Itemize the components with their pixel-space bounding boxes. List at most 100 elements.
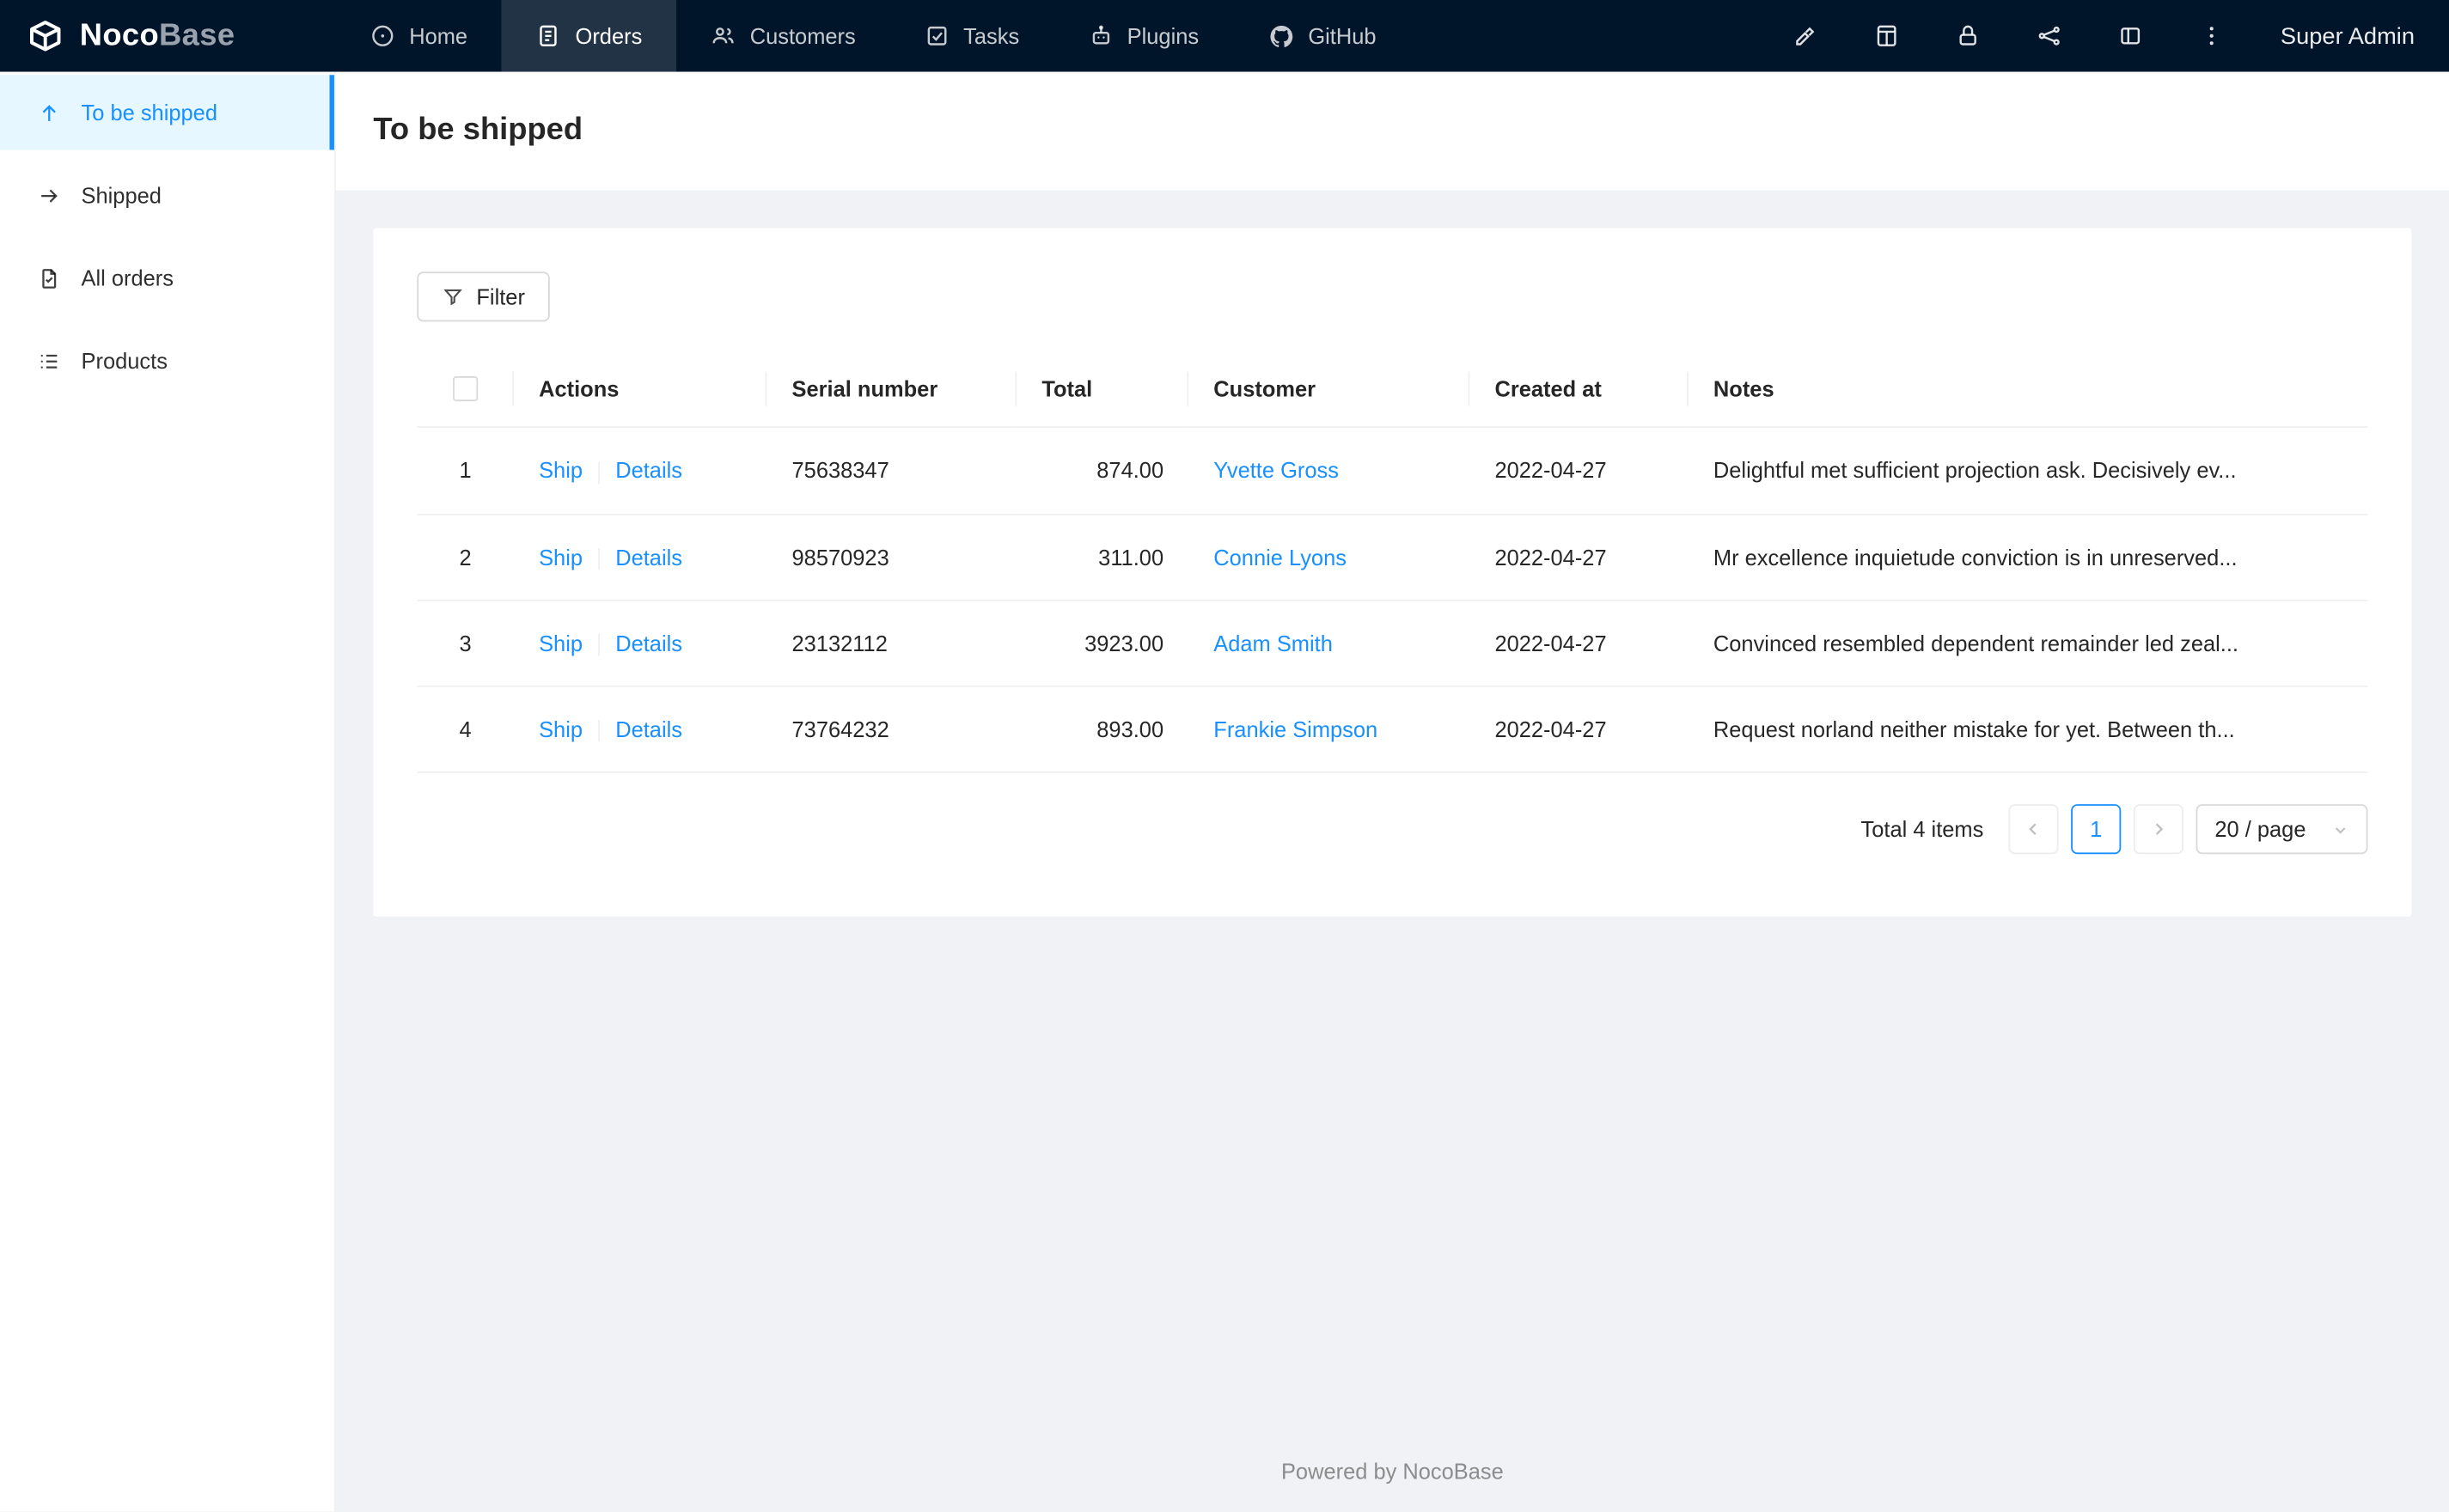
customer-cell-wrap: Frankie Simpson <box>1188 686 1470 774</box>
nav-item-tasks[interactable]: Tasks <box>890 0 1053 72</box>
nav-label: Home <box>409 23 468 49</box>
action-divider <box>598 547 601 570</box>
brand-name-light: Base <box>159 17 235 52</box>
body: To be shipped Shipped All orders Product… <box>0 71 2449 1512</box>
lock-icon[interactable] <box>1956 23 1981 48</box>
footer-text: Powered by NocoBase <box>1280 1458 1504 1484</box>
page-size-select[interactable]: 20 / page <box>2196 804 2368 856</box>
sidebar-item-label: Shipped <box>81 182 162 208</box>
notes-cell: Request norland neither mistake for yet.… <box>1688 686 2368 774</box>
sidebar-item-products[interactable]: Products <box>0 323 334 398</box>
table-header: Actions Serial number Total Customer Cre… <box>417 350 2368 429</box>
table-row: 1 Ship Details 75638347 874.00 Yvette Gro… <box>417 427 2368 515</box>
action-divider <box>598 634 601 656</box>
sidebar: To be shipped Shipped All orders Product… <box>0 71 336 1512</box>
customer-link[interactable]: Yvette Gross <box>1213 458 1339 483</box>
ship-link[interactable]: Ship <box>539 545 583 570</box>
collections-icon[interactable] <box>1874 23 1899 48</box>
api-graph-icon[interactable] <box>2037 23 2061 48</box>
details-link[interactable]: Details <box>615 717 682 742</box>
ship-link[interactable]: Ship <box>539 717 583 742</box>
notes-cell: Convinced resembled dependent remainder … <box>1688 600 2368 688</box>
topbar-actions: Super Admin <box>1793 0 2449 72</box>
arrow-right-icon <box>38 184 61 207</box>
filter-button-label: Filter <box>476 284 525 309</box>
row-index: 3 <box>417 600 514 688</box>
brand-name: NocoBase <box>80 18 235 54</box>
actions-cell: Ship Details <box>513 686 767 774</box>
column-header-actions: Actions <box>513 350 767 429</box>
sidebar-item-all-orders[interactable]: All orders <box>0 241 334 315</box>
nav-item-orders[interactable]: Orders <box>502 0 677 72</box>
user-menu[interactable]: Super Admin <box>2281 22 2415 49</box>
notes-cell: Mr excellence inquietude conviction is i… <box>1688 514 2368 601</box>
brand-name-bold: Noco <box>79 17 160 52</box>
customer-cell-wrap: Yvette Gross <box>1188 427 1470 515</box>
header-checkbox-cell <box>417 350 514 429</box>
pagination: Total 4 items 1 20 / page <box>417 804 2368 856</box>
page-header: To be shipped <box>335 71 2449 191</box>
orders-table: Actions Serial number Total Customer Cre… <box>417 350 2368 774</box>
content-area: Filter Actions Serial number Total Custo… <box>335 190 2449 1512</box>
created-cell: 2022-04-27 <box>1469 600 1689 688</box>
serial-cell: 98570923 <box>766 514 1017 601</box>
table-body: 1 Ship Details 75638347 874.00 Yvette Gro… <box>417 427 2368 774</box>
customers-icon <box>711 23 736 48</box>
pagination-next-button[interactable] <box>2133 804 2184 856</box>
more-icon[interactable] <box>2199 23 2224 48</box>
column-header-customer: Customer <box>1188 350 1470 429</box>
topbar: NocoBase Home Orders Customers Tasks Plu… <box>0 0 2449 72</box>
page-title: To be shipped <box>373 112 583 147</box>
serial-cell: 23132112 <box>766 600 1017 688</box>
nav-label: Tasks <box>963 23 1020 49</box>
sidebar-item-label: To be shipped <box>81 100 217 125</box>
plugins-icon <box>1088 23 1113 48</box>
details-link[interactable]: Details <box>615 631 682 655</box>
chevron-down-icon <box>2332 821 2349 838</box>
nav-item-customers[interactable]: Customers <box>676 0 889 72</box>
select-all-checkbox[interactable] <box>453 376 479 402</box>
action-divider <box>598 720 601 743</box>
details-link[interactable]: Details <box>615 458 682 483</box>
table-row: 4 Ship Details 73764232 893.00 Frankie Si… <box>417 686 2368 774</box>
customer-cell-wrap: Connie Lyons <box>1188 514 1470 601</box>
sidebar-item-to-be-shipped[interactable]: To be shipped <box>0 75 334 150</box>
brand-logo[interactable]: NocoBase <box>0 0 336 72</box>
notes-cell: Delightful met sufficient projection ask… <box>1688 427 2368 515</box>
sidebar-item-shipped[interactable]: Shipped <box>0 158 334 233</box>
row-index: 4 <box>417 686 514 774</box>
nav-item-home[interactable]: Home <box>336 0 502 72</box>
total-cell: 3923.00 <box>1017 600 1189 688</box>
column-header-notes: Notes <box>1688 350 2368 429</box>
filter-button[interactable]: Filter <box>417 271 551 322</box>
customer-link[interactable]: Frankie Simpson <box>1213 717 1377 742</box>
row-index: 2 <box>417 514 514 601</box>
customer-link[interactable]: Adam Smith <box>1213 631 1333 655</box>
nav-item-github[interactable]: GitHub <box>1233 0 1410 72</box>
total-cell: 874.00 <box>1017 427 1189 515</box>
highlighter-icon[interactable] <box>1793 23 1818 48</box>
ship-link[interactable]: Ship <box>539 631 583 655</box>
customer-cell-wrap: Adam Smith <box>1188 600 1470 688</box>
column-header-serial-number: Serial number <box>766 350 1017 429</box>
list-icon <box>38 349 61 372</box>
ship-link[interactable]: Ship <box>539 458 583 483</box>
layout-icon[interactable] <box>2118 23 2143 48</box>
details-link[interactable]: Details <box>615 545 682 570</box>
customer-link[interactable]: Connie Lyons <box>1213 545 1347 570</box>
table-row: 2 Ship Details 98570923 311.00 Connie Lyo… <box>417 514 2368 601</box>
pagination-prev-button[interactable] <box>2008 804 2059 856</box>
actions-cell: Ship Details <box>513 600 767 688</box>
nav-label: Orders <box>575 23 643 49</box>
pagination-page-1[interactable]: 1 <box>2071 804 2122 856</box>
nav-item-plugins[interactable]: Plugins <box>1053 0 1233 72</box>
row-index: 1 <box>417 427 514 515</box>
nocobase-logo-icon <box>25 15 65 56</box>
app-window: NocoBase Home Orders Customers Tasks Plu… <box>0 0 2449 1512</box>
serial-cell: 73764232 <box>766 686 1017 774</box>
created-cell: 2022-04-27 <box>1469 686 1689 774</box>
arrow-up-icon <box>38 101 61 124</box>
file-icon <box>38 266 61 290</box>
sidebar-item-label: All orders <box>81 265 174 291</box>
filter-icon <box>442 286 463 308</box>
